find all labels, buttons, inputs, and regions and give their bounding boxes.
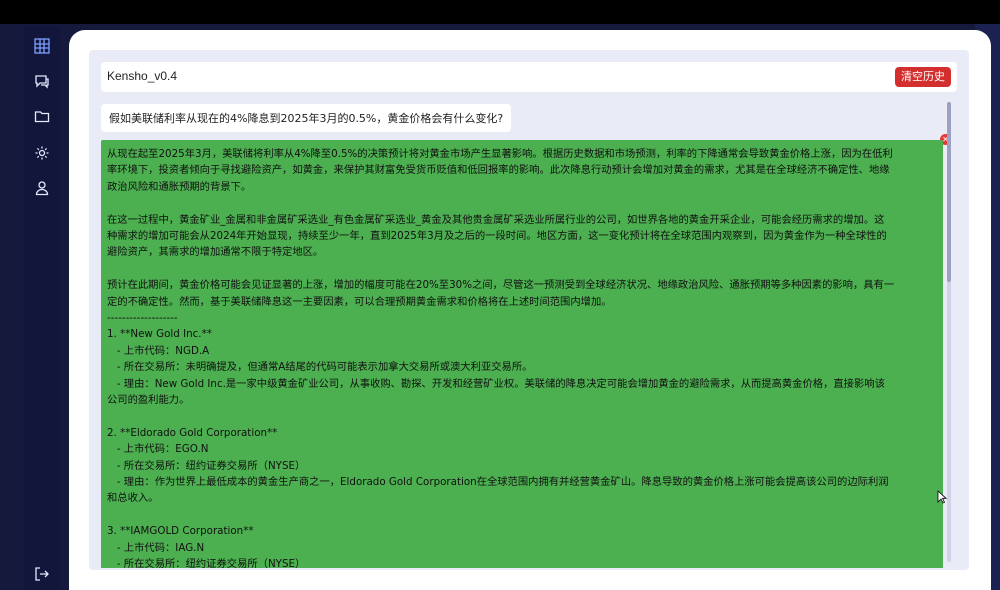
main-panel: Kensho_v0.4 清空历史 假如美联储利率从现在的4%降息到2025年3月… — [89, 50, 969, 570]
answer-paragraph: 从现在起至2025年3月，美联储将利率从4%降至0.5%的决策预计将对黄金市场产… — [107, 146, 937, 195]
answer-line: 政治风险和通胀预期的背景下。 — [107, 180, 252, 193]
answer-line: 避险资产，其需求的增加通常不限于特定地区。 — [107, 246, 324, 259]
settings-icon[interactable] — [32, 143, 52, 163]
chat-area[interactable]: 假如美联储利率从现在的4%降息到2025年3月的0.5%，黄金价格会有什么变化?… — [101, 98, 957, 568]
answer-paragraph: 2. **Eldorado Gold Corporation** - 上市代码：… — [107, 425, 937, 507]
answer-paragraph: 预计在此期间，黄金价格可能会见证显著的上涨，增加的幅度可能在20%至30%之间，… — [107, 277, 937, 408]
answer-line: ------------------- — [107, 312, 178, 325]
user-message: 假如美联储利率从现在的4%降息到2025年3月的0.5%，黄金价格会有什么变化? — [101, 104, 512, 132]
answer-line: - 上市代码：EGO.N — [107, 443, 209, 456]
assistant-answer: 从现在起至2025年3月，美联储将利率从4%降至0.5%的决策预计将对黄金市场产… — [101, 140, 943, 568]
answer-line: 3. **IAMGOLD Corporation** — [107, 525, 254, 538]
answer-line: - 所在交易所：纽约证券交易所（NYSE） — [107, 459, 306, 472]
sidebar — [24, 26, 60, 590]
answer-line: 公司的盈利能力。 — [107, 394, 190, 407]
answer-line: 率环境下，投资者倾向于寻找避险资产，如黄金，来保护其财富免受货币贬值和低回报率的… — [107, 164, 890, 177]
app-window: Kensho_v0.4 清空历史 假如美联储利率从现在的4%降息到2025年3月… — [69, 30, 991, 590]
app-title: Kensho_v0.4 — [107, 69, 178, 83]
answer-paragraph: 在这一过程中，黄金矿业_金属和非金属矿采选业_有色金属矿采选业_黄金及其他贵金属… — [107, 212, 937, 261]
folder-icon[interactable] — [32, 106, 52, 126]
chat-scrollbar[interactable] — [947, 102, 951, 562]
clear-history-button[interactable]: 清空历史 — [895, 67, 951, 87]
answer-line: - 所在交易所：未明确提及，但通常A结尾的代码可能表示加拿大交易所或澳大利亚交易… — [107, 361, 533, 374]
scrollbar-thumb[interactable] — [947, 102, 951, 282]
chat-icon[interactable] — [32, 71, 52, 91]
answer-paragraph: 3. **IAMGOLD Corporation** - 上市代码：IAG.N … — [107, 523, 937, 568]
logout-icon[interactable] — [32, 564, 52, 584]
answer-line: - 理由：New Gold Inc.是一家中级黄金矿业公司，从事收购、勘探、开发… — [107, 377, 885, 390]
answer-line: 和总收入。 — [107, 492, 159, 505]
answer-line: 1. **New Gold Inc.** — [107, 328, 212, 341]
answer-line: - 上市代码：NGD.A — [107, 344, 210, 357]
answer-line: 在这一过程中，黄金矿业_金属和非金属矿采选业_有色金属矿采选业_黄金及其他贵金属… — [107, 213, 885, 226]
answer-line: - 所在交易所：纽约证券交易所（NYSE） — [107, 558, 306, 568]
answer-line: 从现在起至2025年3月，美联储将利率从4%降至0.5%的决策预计将对黄金市场产… — [107, 148, 893, 160]
answer-line: 2. **Eldorado Gold Corporation** — [107, 426, 278, 439]
answer-line: - 上市代码：IAG.N — [107, 541, 205, 554]
mouse-cursor-icon — [937, 490, 947, 504]
answer-line: 定的不确定性。然而，基于美联储降息这一主要因素，可以合理预期黄金需求和价格将在上… — [107, 295, 612, 308]
header-bar: Kensho_v0.4 清空历史 — [101, 62, 957, 92]
answer-line: - 理由：作为世界上最低成本的黄金生产商之一，Eldorado Gold Cor… — [107, 476, 889, 489]
answer-line: 预计在此期间，黄金价格可能会见证显著的上涨，增加的幅度可能在20%至30%之间，… — [107, 279, 895, 292]
grid-icon[interactable] — [32, 36, 52, 56]
user-icon[interactable] — [32, 178, 52, 198]
answer-line: 种需求的增加可能会从2024年开始显现，持续至少一年，直到2025年3月及之后的… — [107, 230, 887, 243]
